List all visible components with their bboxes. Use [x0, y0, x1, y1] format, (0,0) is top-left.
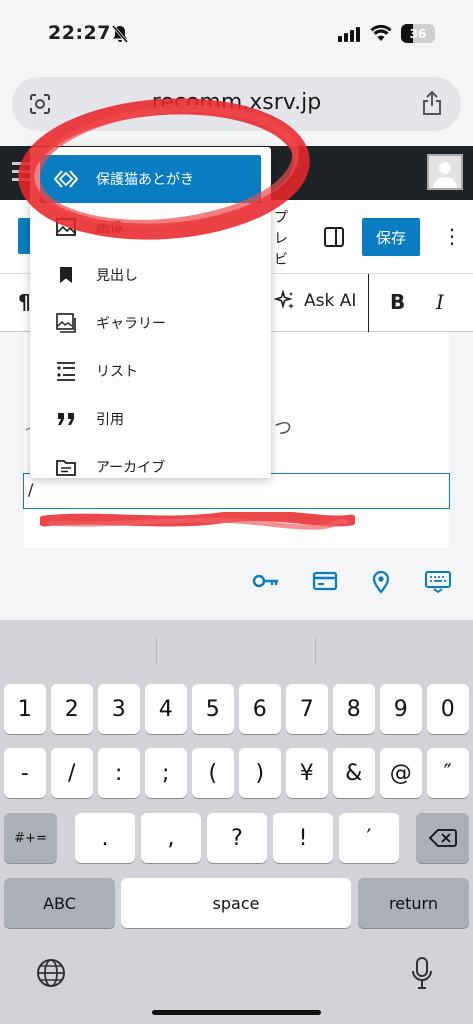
inserter-item-quote[interactable]: 引用	[30, 395, 271, 443]
status-time: 22:27	[48, 22, 111, 44]
italic-button[interactable]: I	[436, 290, 444, 314]
paragraph-block-input[interactable]: /	[23, 473, 450, 509]
address-bar[interactable]: recomm.xsrv.jp	[12, 77, 461, 131]
keyboard-suggestion-bar	[0, 620, 473, 676]
bookmark-icon	[54, 263, 78, 287]
ask-ai-button[interactable]: Ask AI	[274, 290, 356, 312]
punctuation-key[interactable]: ,	[141, 813, 201, 863]
inserter-item-label: 見出し	[96, 268, 138, 284]
block-inserter-popover: 保護猫あとがき 画像 見出し ギャラリー リスト 引用 アーカイブ	[30, 147, 271, 478]
symbol-key[interactable]: (	[192, 748, 234, 798]
symbol-key[interactable]: @	[380, 748, 422, 798]
ask-ai-label: Ask AI	[304, 291, 357, 311]
gallery-icon	[54, 311, 78, 335]
list-icon	[54, 359, 78, 383]
punctuation-key[interactable]: ?	[207, 813, 267, 863]
number-key[interactable]: 1	[4, 684, 46, 734]
number-key[interactable]: 3	[98, 684, 140, 734]
return-key[interactable]: return	[358, 878, 469, 928]
suggestion-divider	[315, 638, 316, 664]
globe-icon[interactable]	[36, 958, 66, 992]
inserter-item-label: アーカイブ	[96, 460, 166, 476]
toolbar-divider	[368, 274, 369, 332]
key-icon[interactable]	[252, 570, 280, 596]
backspace-key[interactable]	[416, 813, 469, 863]
number-key[interactable]: 6	[239, 684, 281, 734]
symbol-key[interactable]: ¥	[286, 748, 328, 798]
wifi-icon	[370, 24, 392, 46]
battery-icon: 36	[401, 24, 435, 43]
inserter-item-label: 画像	[96, 220, 124, 236]
space-key[interactable]: space	[121, 878, 351, 928]
paragraph-fragment-right: つ	[274, 418, 292, 439]
menu-icon[interactable]	[12, 162, 32, 186]
suggestion-divider	[156, 638, 157, 664]
inserter-item-label: ギャラリー	[96, 316, 166, 332]
autofill-accessory-bar	[0, 548, 473, 620]
software-keyboard: 1234567890 - /:;() ¥ & @ ″ #+= .,?! ′ ABC spac…	[0, 620, 473, 1024]
punctuation-key[interactable]: ′	[339, 813, 399, 863]
sidebar-toggle-icon[interactable]	[323, 226, 345, 252]
symbol-key[interactable]: /	[51, 748, 93, 798]
number-key[interactable]: 2	[51, 684, 93, 734]
location-pin-icon[interactable]	[370, 570, 392, 598]
sparkle-icon	[274, 290, 294, 309]
quote-icon	[54, 407, 78, 431]
number-key[interactable]: 0	[427, 684, 469, 734]
inserter-item-label: 引用	[96, 412, 124, 428]
symbol-key[interactable]: -	[4, 748, 46, 798]
more-options-icon[interactable]: ⋮	[442, 226, 462, 246]
bold-button[interactable]: B	[390, 290, 405, 314]
inserter-item-gallery[interactable]: ギャラリー	[30, 299, 271, 347]
muted-bell-icon	[111, 25, 129, 47]
inserter-item-reusable[interactable]: 保護猫あとがき	[40, 155, 261, 203]
inserter-item-heading[interactable]: 見出し	[30, 251, 271, 299]
symbol-key[interactable]: &	[333, 748, 375, 798]
avatar[interactable]	[427, 154, 463, 190]
status-bar: 22:27 36	[0, 0, 473, 68]
battery-level: 36	[409, 26, 427, 41]
symbol-key[interactable]: ″	[427, 748, 469, 798]
symbol-key[interactable]: )	[239, 748, 281, 798]
inserter-item-image[interactable]: 画像	[30, 203, 271, 251]
punctuation-key[interactable]: !	[273, 813, 333, 863]
symbol-key[interactable]: :	[98, 748, 140, 798]
reusable-block-icon	[54, 167, 78, 191]
number-key[interactable]: 5	[192, 684, 234, 734]
punctuation-key[interactable]: .	[75, 813, 135, 863]
inserter-item-label: 保護猫あとがき	[96, 172, 194, 188]
inserter-item-archive[interactable]: アーカイブ	[30, 443, 271, 478]
url-text[interactable]: recomm.xsrv.jp	[12, 90, 461, 115]
share-icon[interactable]	[421, 90, 443, 120]
number-key[interactable]: 8	[333, 684, 375, 734]
save-button[interactable]: 保存	[362, 218, 420, 256]
symbol-key[interactable]: ;	[145, 748, 187, 798]
more-symbols-key[interactable]: #+=	[4, 813, 57, 863]
paragraph-icon[interactable]: ¶	[18, 290, 31, 314]
number-key[interactable]: 7	[286, 684, 328, 734]
archive-icon	[54, 455, 78, 478]
abc-key[interactable]: ABC	[4, 878, 115, 928]
image-icon	[54, 215, 78, 239]
microphone-icon[interactable]	[412, 956, 432, 994]
inserter-item-list[interactable]: リスト	[30, 347, 271, 395]
credit-card-icon[interactable]	[312, 570, 338, 596]
keyboard-dismiss-icon[interactable]	[424, 570, 452, 598]
cellular-signal-icon	[338, 26, 360, 42]
backspace-icon	[428, 829, 457, 847]
home-indicator	[152, 1010, 321, 1015]
redaction-scribble	[40, 512, 355, 530]
number-key[interactable]: 4	[145, 684, 187, 734]
number-key[interactable]: 9	[380, 684, 422, 734]
inserter-item-label: リスト	[96, 364, 138, 380]
